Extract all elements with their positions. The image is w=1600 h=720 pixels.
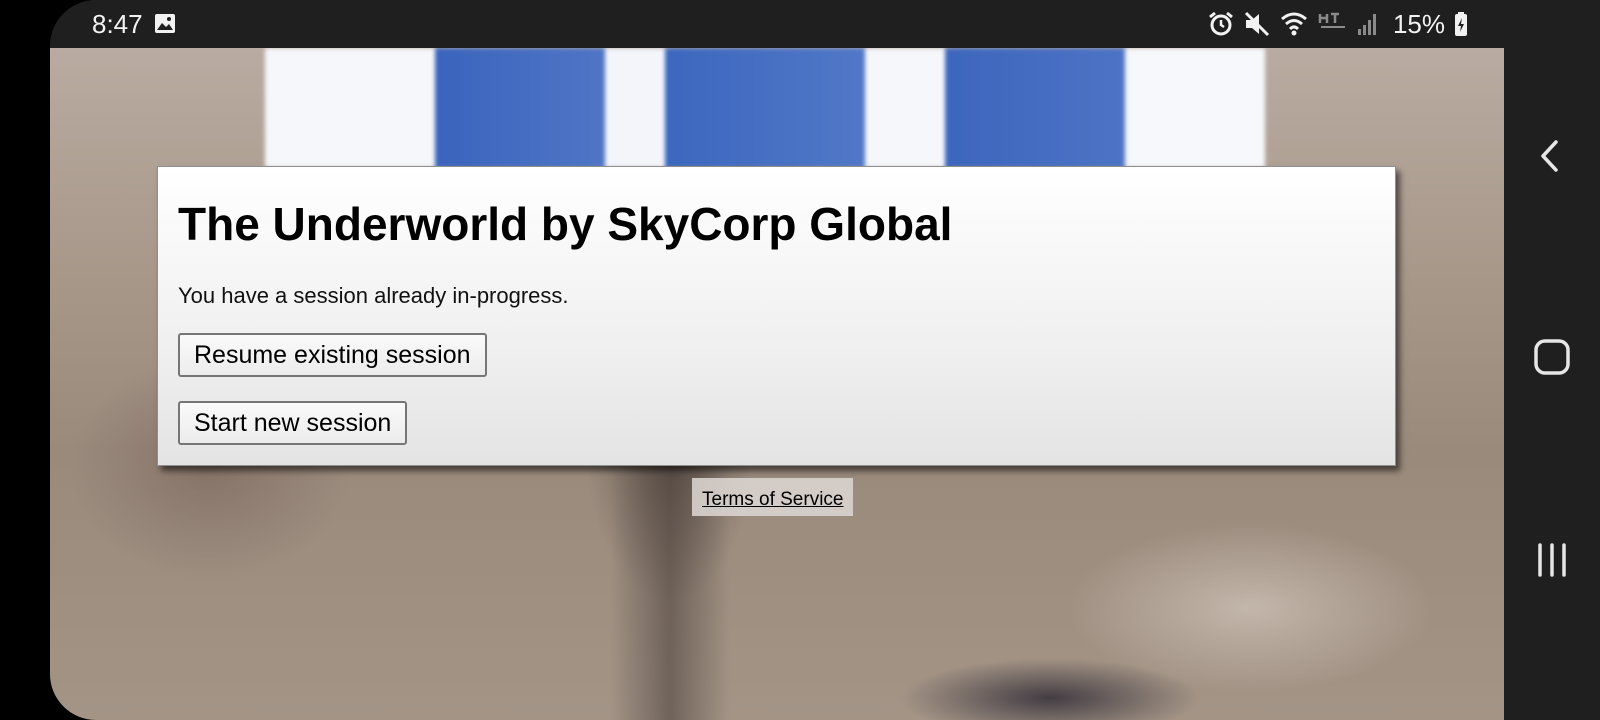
terms-of-service-link[interactable]: Terms of Service bbox=[692, 478, 854, 516]
back-icon[interactable] bbox=[1532, 136, 1572, 176]
background-image-window bbox=[265, 48, 1265, 168]
home-icon[interactable] bbox=[1532, 337, 1572, 377]
battery-percent: 15% bbox=[1392, 8, 1445, 39]
resume-session-button[interactable]: Resume existing session bbox=[178, 333, 487, 377]
web-content: The Underworld by SkyCorp Global You hav… bbox=[50, 48, 1504, 720]
device-frame: 8:47 15% The Underworld by SkyCorp Globa… bbox=[0, 0, 1600, 720]
gallery-icon bbox=[155, 14, 175, 33]
session-message: You have a session already in-progress. bbox=[178, 283, 569, 308]
wifi-icon bbox=[1280, 12, 1307, 36]
status-time: 8:47 bbox=[92, 9, 143, 39]
signal-icon bbox=[1357, 14, 1376, 35]
screen: 8:47 15% The Underworld by SkyCorp Globa… bbox=[50, 0, 1504, 720]
network-icon bbox=[1318, 12, 1345, 28]
navigation-bar bbox=[1504, 0, 1600, 720]
page-title: The Underworld by SkyCorp Global bbox=[178, 198, 953, 250]
background-image-object bbox=[900, 658, 1200, 720]
status-icons: 15% bbox=[1208, 8, 1468, 40]
mute-icon bbox=[1244, 11, 1270, 37]
battery-charging-icon bbox=[1455, 12, 1467, 36]
session-dialog: The Underworld by SkyCorp Global You hav… bbox=[157, 166, 1396, 466]
recents-icon[interactable] bbox=[1532, 540, 1572, 580]
start-new-session-button[interactable]: Start new session bbox=[178, 401, 408, 445]
alarm-icon bbox=[1209, 11, 1233, 36]
status-bar: 8:47 15% bbox=[50, 0, 1504, 48]
